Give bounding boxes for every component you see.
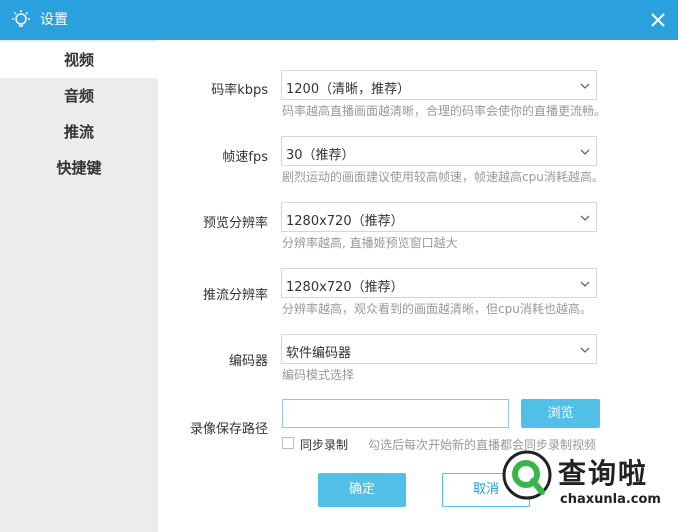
window-title: 设置 bbox=[40, 12, 68, 28]
bitrate-select[interactable]: 1200（清晰，推荐） bbox=[281, 70, 597, 100]
stream-res-hint: 分辨率越高，观众看到的画面越清晰，但cpu消耗也越高。 bbox=[282, 302, 592, 316]
watermark-logo: 查询啦 chaxunla.com bbox=[500, 446, 672, 526]
encoder-value: 软件编码器 bbox=[286, 346, 352, 361]
title-bar: 设置 bbox=[0, 0, 678, 40]
magnifier-logo-icon bbox=[502, 450, 552, 500]
record-path-input[interactable] bbox=[282, 399, 509, 428]
bitrate-hint: 码率越高直播画面越清晰，合理的码率会使你的直播更流畅。 bbox=[282, 104, 607, 118]
bitrate-label: 码率kbps bbox=[211, 83, 268, 98]
browse-button[interactable]: 浏览 bbox=[521, 399, 600, 428]
sync-record-checkbox[interactable] bbox=[282, 437, 294, 449]
bitrate-value: 1200（清晰，推荐） bbox=[286, 82, 411, 97]
record-path-label: 录像保存路径 bbox=[189, 422, 268, 437]
fps-label: 帧速fps bbox=[222, 150, 268, 165]
fps-select[interactable]: 30（推荐） bbox=[281, 136, 597, 166]
stream-res-label: 推流分辨率 bbox=[202, 288, 268, 303]
fps-value: 30（推荐） bbox=[286, 148, 355, 163]
chevron-down-icon bbox=[580, 149, 590, 155]
sync-record-label: 同步录制 bbox=[300, 438, 349, 452]
encoder-hint: 编码模式选择 bbox=[282, 368, 355, 382]
stream-res-value: 1280x720（推荐） bbox=[286, 280, 404, 295]
chevron-down-icon bbox=[580, 347, 590, 353]
ok-button[interactable]: 确定 bbox=[318, 473, 406, 507]
watermark-url: chaxunla.com bbox=[560, 492, 661, 507]
fps-hint: 剧烈运动的画面建议使用较高帧速，帧速越高cpu消耗越高。 bbox=[282, 170, 604, 184]
preview-res-value: 1280x720（推荐） bbox=[286, 214, 404, 229]
sidebar-item-stream[interactable]: 推流 bbox=[0, 114, 158, 150]
preview-res-label: 预览分辨率 bbox=[202, 216, 268, 231]
watermark-text: 查询啦 bbox=[558, 457, 649, 490]
lightbulb-icon bbox=[12, 10, 30, 27]
chevron-down-icon bbox=[580, 83, 590, 89]
preview-res-select[interactable]: 1280x720（推荐） bbox=[281, 202, 597, 232]
encoder-select[interactable]: 软件编码器 bbox=[281, 334, 597, 364]
chevron-down-icon bbox=[580, 281, 590, 287]
chevron-down-icon bbox=[580, 215, 590, 221]
sidebar-item-video[interactable]: 视频 bbox=[0, 42, 158, 78]
encoder-label: 编码器 bbox=[228, 354, 268, 369]
stream-res-select[interactable]: 1280x720（推荐） bbox=[281, 268, 597, 298]
sidebar-item-audio[interactable]: 音频 bbox=[0, 78, 158, 114]
close-icon[interactable] bbox=[648, 10, 668, 30]
sidebar-item-hotkeys[interactable]: 快捷键 bbox=[0, 150, 158, 186]
preview-res-hint: 分辨率越高, 直播姬预览窗口越大 bbox=[282, 236, 458, 250]
sidebar: 视频 音频 推流 快捷键 bbox=[0, 40, 158, 532]
